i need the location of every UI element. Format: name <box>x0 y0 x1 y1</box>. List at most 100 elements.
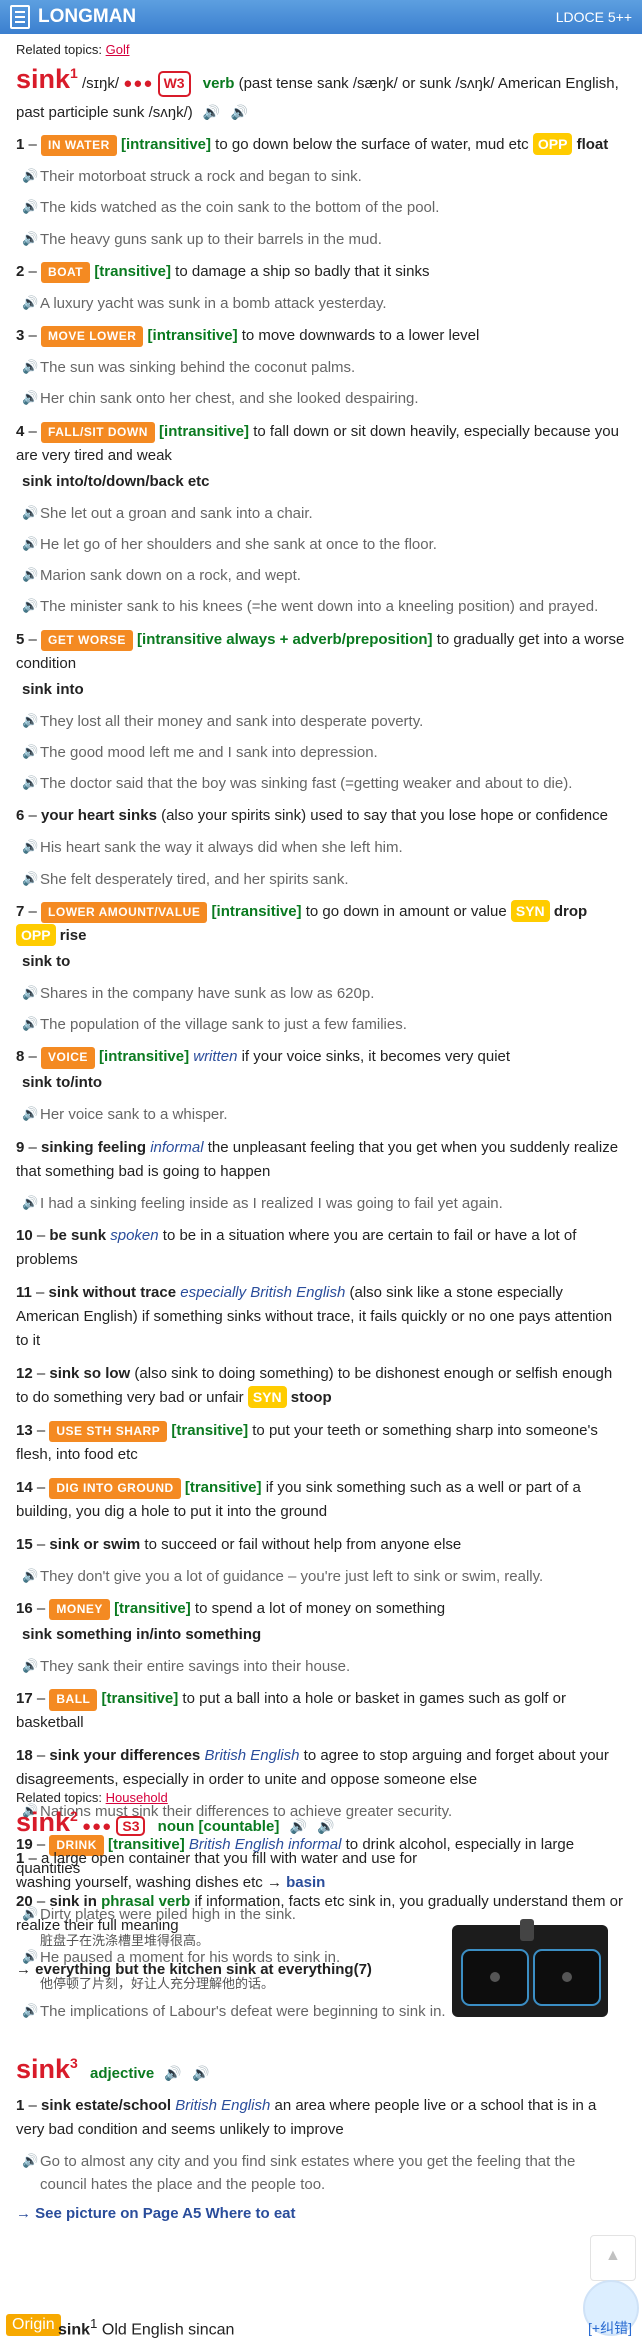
headword: sink1 <box>16 64 78 94</box>
example: 🔊 She felt desperately tired, and her spi… <box>22 869 349 889</box>
speaker-icon[interactable]: 🔊 <box>22 1566 38 1586</box>
speaker-icon[interactable]: 🔊 <box>22 1104 38 1124</box>
report-error-link[interactable]: [+纠错] <box>588 2318 632 2338</box>
speaker-icon[interactable]: 🔊 <box>22 596 38 616</box>
speaker-icon[interactable]: 🔊 <box>22 773 38 793</box>
example: 🔊 They lost all their money and sank into… <box>22 711 424 731</box>
crossref-basin[interactable]: basin <box>286 1874 325 1891</box>
grammar-label: [intransitive] <box>147 327 238 345</box>
example: 🔊 The kids watched as the coin sank to th… <box>22 197 440 217</box>
sense-9: 9 – sinking feeling informal the unpleas… <box>16 1138 619 1180</box>
see-picture-link[interactable]: → See picture on Page A5 Where to eat <box>16 2205 626 2222</box>
sense-number: 6 <box>16 807 25 825</box>
speaker-icon[interactable]: 🔊 <box>22 983 38 1003</box>
headword-2: sink2 <box>16 1807 78 1837</box>
collocation: sink into/to/down/back etc <box>22 472 210 490</box>
example: 🔊 Shares in the company have sunk as low … <box>22 983 375 1003</box>
lexical-unit: sink your differences <box>49 1747 201 1765</box>
lexical-unit: sinking feeling <box>41 1138 147 1156</box>
sense-number: 17 <box>16 1690 33 1708</box>
example: 🔊 The heavy guns sank up to their barrels… <box>22 229 382 249</box>
senses-list: 1 – IN WATER [intransitive] to go down b… <box>16 133 626 2023</box>
sense-6: 6 – your heart sinks (also your spirits … <box>16 807 608 825</box>
sense-14: 14 – DIG INTO GROUND [transitive] if you… <box>16 1477 581 1520</box>
speaker-uk-icon-3[interactable]: 🔊 <box>164 2065 181 2082</box>
example: 🔊 I had a sinking feeling inside as I rea… <box>22 1193 503 1213</box>
example: 🔊 Go to almost any city and you find sink… <box>22 2151 576 2194</box>
topic-link-household[interactable]: Household <box>106 1790 168 1805</box>
speaker-us-icon[interactable]: 🔊 <box>231 102 248 124</box>
sense-definition: if your voice sinks, it becomes very qui… <box>241 1048 511 1066</box>
speaker-icon[interactable]: 🔊 <box>22 197 38 217</box>
grammar-label: [intransitive] <box>159 422 250 440</box>
speaker-icon[interactable]: 🔊 <box>22 166 38 186</box>
sense-definition: a large open container that you fill wit… <box>16 1850 418 1891</box>
speaker-icon[interactable]: 🔊 <box>22 534 38 554</box>
app-header: LONGMAN LDOCE 5++ <box>0 0 642 34</box>
speaker-icon[interactable]: 🔊 <box>22 229 38 249</box>
sense-number: 5 <box>16 630 25 648</box>
topic-link-golf[interactable]: Golf <box>106 42 130 57</box>
register-label: British English <box>204 1747 300 1765</box>
speaker-icon[interactable]: 🔊 <box>22 293 38 313</box>
speaker-icon[interactable]: 🔊 <box>22 503 38 523</box>
sense-number: 10 <box>16 1226 33 1244</box>
grammar-label: [transitive] <box>114 1600 191 1618</box>
lexical-unit: sink estate/school <box>41 2097 172 2114</box>
signpost: IN WATER <box>41 135 117 157</box>
speaker-icon[interactable]: 🔊 <box>22 1014 38 1034</box>
related-topics-2: Related topics: Household <box>16 1790 626 1805</box>
speaker-icon[interactable]: 🔊 <box>22 742 38 762</box>
part-of-speech-3: adjective <box>90 2065 155 2082</box>
speaker-icon[interactable]: 🔊 <box>22 2151 38 2171</box>
sense-number: 12 <box>16 1364 33 1382</box>
sense-number: 16 <box>16 1600 33 1618</box>
speaker-icon[interactable]: 🔊 <box>22 1904 38 1924</box>
sense-definition: (also your spirits sink) used to say tha… <box>161 807 608 825</box>
example: 🔊 The population of the village sank to j… <box>22 1014 407 1034</box>
speaker-icon[interactable]: 🔊 <box>22 711 38 731</box>
grammar-label: [transitive] <box>94 262 171 280</box>
signpost: BOAT <box>41 261 91 284</box>
sense-12: 12 – sink so low (also sink to doing som… <box>16 1362 626 1410</box>
entry2-headline: sink2 ●●● S3 noun [countable] 🔊 🔊 <box>16 1807 626 1838</box>
entry1-headline: sink1 /sɪŋk/ ●●● W3 verb (past tense san… <box>16 59 626 124</box>
grammar-label: [intransitive] <box>120 136 211 154</box>
lexical-unit: sink so low <box>49 1364 131 1382</box>
lexical-unit: be sunk <box>49 1226 107 1244</box>
sense-number: 13 <box>16 1421 33 1439</box>
speaker-icon[interactable]: 🔊 <box>22 837 38 857</box>
sense-number: 14 <box>16 1478 33 1496</box>
scroll-top-button[interactable] <box>590 2235 636 2281</box>
grammar-label: [transitive] <box>184 1478 262 1496</box>
speaker-us-icon-3[interactable]: 🔊 <box>192 2065 209 2082</box>
speaker-us-icon-2[interactable]: 🔊 <box>317 1818 334 1835</box>
example: 🔊 They don't give you a lot of guidance –… <box>22 1566 544 1586</box>
speaker-uk-icon-2[interactable]: 🔊 <box>290 1818 307 1835</box>
kitchen-sink-image <box>452 1919 608 2017</box>
sense-definition: to go down below the surface of water, m… <box>215 136 529 154</box>
signpost: BALL <box>49 1689 98 1711</box>
entry3-sense-1: 1 – sink estate/school British English a… <box>16 2097 597 2138</box>
lexical-unit: your heart sinks <box>41 807 157 825</box>
collocation: sink to/into <box>22 1074 102 1092</box>
speaker-icon[interactable]: 🔊 <box>22 388 38 408</box>
frequency-badge: W3 <box>157 71 191 97</box>
speaker-icon[interactable]: 🔊 <box>22 2001 38 2021</box>
speaker-icon[interactable]: 🔊 <box>22 565 38 585</box>
collocation: sink into <box>22 680 84 698</box>
speaker-icon[interactable]: 🔊 <box>22 1656 38 1676</box>
frequency-badge-2: S3 <box>116 1816 146 1836</box>
app-title: LONGMAN <box>38 6 137 27</box>
register-label: informal <box>150 1138 204 1156</box>
speaker-icon[interactable]: 🔊 <box>22 357 38 377</box>
sense-16: 16 – MONEY [transitive] to spend a lot o… <box>16 1597 626 1647</box>
sense-number: 4 <box>16 422 25 440</box>
part-of-speech-2: noun <box>157 1818 195 1835</box>
entry3-headline: sink3 adjective 🔊 🔊 <box>16 2054 626 2085</box>
speaker-icon[interactable]: 🔊 <box>22 1193 38 1213</box>
example: 🔊 She let out a groan and sank into a cha… <box>22 503 313 523</box>
opposite: rise <box>59 926 87 944</box>
speaker-uk-icon[interactable]: 🔊 <box>203 102 220 124</box>
speaker-icon[interactable]: 🔊 <box>22 869 38 889</box>
